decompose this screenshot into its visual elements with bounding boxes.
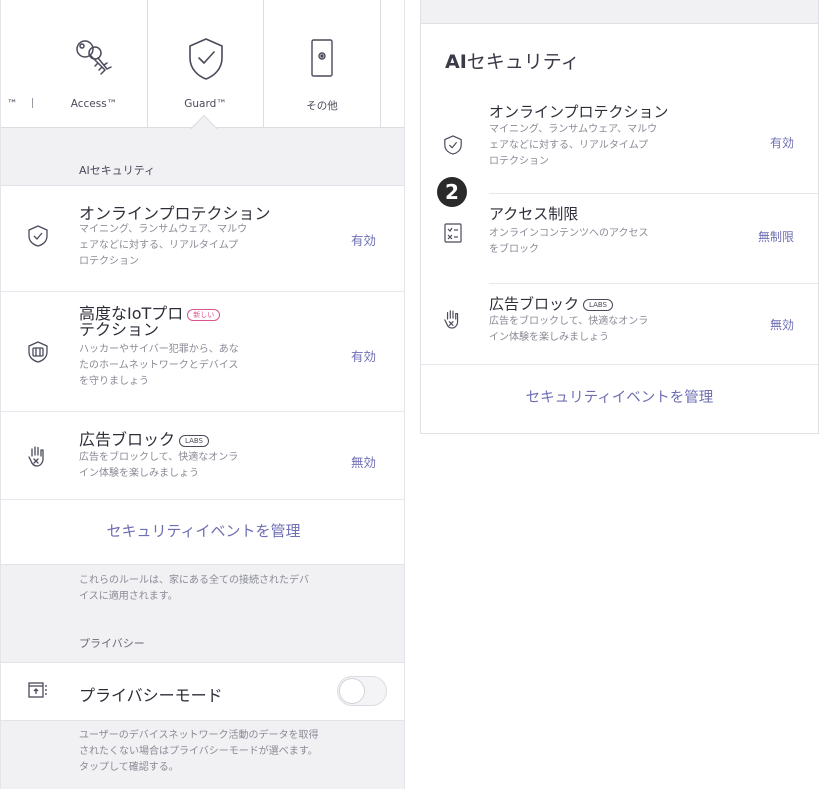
divider [421, 364, 818, 365]
tab-guard-label: Guard™ [184, 98, 227, 110]
note-line: イスに適用されます。 [79, 591, 178, 602]
ad-block-desc: 広告をブロックして、快適なオンラ イン体験を楽しみましょう [79, 450, 289, 482]
new-badge: 新しい [187, 309, 221, 321]
desc-line: ェアなどに対する、リアルタイムプ [79, 240, 239, 251]
ad-block-desc: 広告をブロックして、快適なオンラ イン体験を楽しみましょう [489, 314, 709, 346]
note-line: されたくない場合はプライバシーモードが選べます。 [79, 746, 318, 757]
desc-line: ェアなどに対する、リアルタイムプ [489, 140, 649, 151]
desc-line: オンラインコンテンツへのアクセス [489, 228, 649, 239]
desc-line: 広告をブロックして、快適なオンラ [79, 452, 239, 463]
online-protection-desc: マイニング、ランサムウェア、マルウ ェアなどに対する、リアルタイムプ ロテクショ… [79, 222, 289, 270]
iot-protection-title-line2: テクション [79, 320, 160, 339]
access-limit-desc: オンラインコンテンツへのアクセス をブロック [489, 226, 709, 258]
manage-security-events-link[interactable]: セキュリティイベントを管理 [421, 386, 818, 407]
panel-top-bar [421, 0, 818, 24]
tab-other[interactable]: その他 [264, 0, 380, 128]
shield-check-icon [189, 38, 223, 80]
desc-line: ロテクション [79, 256, 139, 267]
desc-line: イン体験を楽しみましょう [489, 332, 609, 343]
ad-block-row[interactable]: 広告ブロック LABS 広告をブロックして、快適なオンラ イン体験を楽しみましょう… [421, 284, 818, 364]
access-limit-title: アクセス制限 [489, 205, 579, 223]
ad-block-title: 広告ブロック LABS [79, 432, 209, 448]
panel-title: AIセキュリティ [445, 47, 580, 74]
tab-guard[interactable]: Guard™ [147, 0, 264, 128]
ad-block-status: 無効 [350, 455, 376, 470]
privacy-note: ユーザーのデバイスネットワーク活動のデータを取得 されたくない場合はプライバシー… [79, 728, 389, 776]
section-title: AIセキュリティ [79, 164, 156, 177]
tab-access-label: Access™ [70, 98, 118, 110]
ad-block-status: 無効 [769, 318, 794, 332]
online-protection-row[interactable]: オンラインプロテクション マイニング、ランサムウェア、マルウ ェアなどに対する、… [421, 98, 818, 194]
rules-note: これらのルールは、家にある全ての接続されたデバ イスに適用されます。 [79, 573, 389, 605]
privacy-box-icon [28, 682, 47, 698]
privacy-section-title: プライバシー [79, 637, 145, 650]
desc-line: イン体験を楽しみましょう [79, 468, 199, 479]
iot-protection-row[interactable]: 高度なIoTプロ 新しい テクション ハッカーやサイバー犯罪から、あな たのホーム… [1, 292, 404, 412]
tab-divider [380, 0, 381, 128]
product-tab-bar: ™ Access™ Guard™ その他 [1, 0, 404, 128]
ad-block-title: 広告ブロック LABS [489, 296, 613, 312]
title-bold: AI [445, 51, 467, 73]
desc-line: を守りましょう [79, 376, 149, 387]
desc-line: マイニング、ランサムウェア、マルウ [79, 224, 248, 235]
online-protection-status: 有効 [769, 136, 794, 150]
privacy-note-area: ユーザーのデバイスネットワーク活動のデータを取得 されたくない場合はプライバシー… [1, 720, 404, 789]
desc-line: ハッカーやサイバー犯罪から、あな [79, 344, 239, 355]
online-protection-title: オンラインプロテクション [79, 204, 271, 223]
iot-protection-status: 有効 [350, 349, 376, 364]
note-line: これらのルールは、家にある全ての接続されたデバ [79, 575, 309, 586]
iot-protection-desc: ハッカーやサイバー犯罪から、あな たのホームネットワークとデバイス を守りましょ… [79, 342, 289, 390]
desc-line: をブロック [489, 244, 539, 255]
checklist-icon [444, 223, 462, 243]
chip-shield-icon [28, 341, 48, 363]
desc-line: たのホームネットワークとデバイス [79, 360, 239, 371]
note-line: ユーザーのデバイスネットワーク活動のデータを取得 [79, 730, 319, 741]
router-icon [311, 39, 333, 77]
shield-check-icon [28, 225, 48, 247]
toggle-knob [339, 678, 365, 704]
tab-access[interactable]: Access™ [41, 0, 147, 128]
labs-badge: LABS [583, 299, 613, 311]
labs-badge: LABS [179, 435, 209, 447]
step-number-badge: 2 [437, 177, 467, 207]
access-limit-status: 無制限 [757, 230, 794, 244]
hand-block-icon [444, 310, 459, 329]
online-protection-title: オンラインプロテクション [489, 103, 669, 121]
ad-block-title-text: 広告ブロック [79, 430, 176, 449]
privacy-mode-title: プライバシーモード [79, 686, 223, 705]
desc-line: 広告をブロックして、快適なオンラ [489, 316, 649, 327]
access-limit-row[interactable]: アクセス制限 オンラインコンテンツへのアクセス をブロック 無制限 [421, 194, 818, 284]
hand-block-icon [28, 446, 44, 467]
ad-block-title-text: 広告ブロック [489, 295, 580, 313]
privacy-mode-toggle[interactable] [337, 676, 387, 706]
tab-other-label: その他 [306, 100, 338, 112]
ai-security-card: オンラインプロテクション マイニング、ランサムウェア、マルウ ェアなどに対する、… [1, 186, 404, 564]
online-protection-desc: マイニング、ランサムウェア、マルウ ェアなどに対する、リアルタイムプ ロテクショ… [489, 122, 709, 170]
desc-line: マイニング、ランサムウェア、マルウ [489, 124, 658, 135]
key-icon [76, 40, 112, 75]
online-protection-status: 有効 [350, 233, 376, 248]
rules-note-area: これらのルールは、家にある全ての接続されたデバ イスに適用されます。 プライバシ… [1, 564, 404, 663]
tab-separator [32, 98, 33, 108]
ai-security-detail-panel: AIセキュリティ オンラインプロテクション マイニング、ランサムウェア、マルウ … [420, 0, 819, 434]
manage-security-events-link[interactable]: セキュリティイベントを管理 [1, 520, 404, 541]
desc-line: ロテクション [489, 156, 549, 167]
title-rest: セキュリティ [466, 51, 580, 73]
tab-previous[interactable]: ™ [1, 0, 41, 128]
tab-previous-label: ™ [7, 98, 18, 110]
guard-settings-panel: ™ Access™ Guard™ その他 AIセキュリティ オンラインプロテクシ… [0, 0, 405, 789]
ad-block-row[interactable]: 広告ブロック LABS 広告をブロックして、快適なオンラ イン体験を楽しみましょう… [1, 412, 404, 500]
note-line: タップして確認する。 [79, 762, 179, 773]
online-protection-row[interactable]: オンラインプロテクション マイニング、ランサムウェア、マルウ ェアなどに対する、… [1, 186, 404, 292]
shield-check-icon [444, 135, 462, 155]
